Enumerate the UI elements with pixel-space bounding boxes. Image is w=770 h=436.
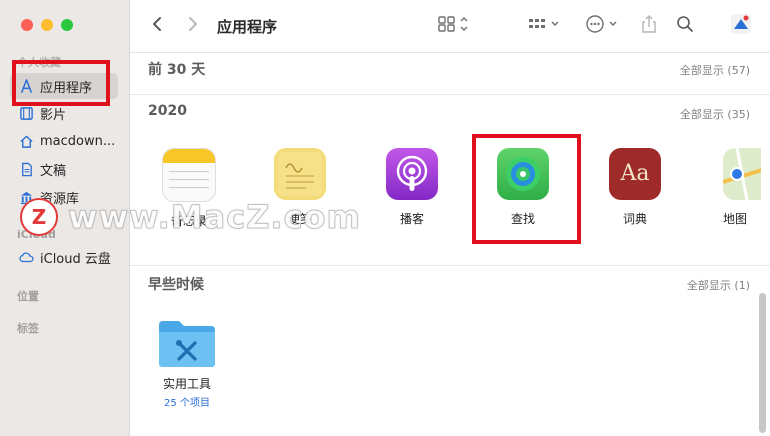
forward-button[interactable]	[182, 14, 204, 38]
maps-icon	[723, 148, 761, 200]
cloud-icon	[18, 249, 34, 265]
group-title-last-30-days: 前 30 天	[148, 62, 206, 78]
building-icon	[18, 189, 34, 205]
folder-icon	[157, 317, 217, 369]
show-all-link[interactable]: 全部显示 (1)	[687, 277, 750, 293]
toolbar: 应用程序	[130, 0, 770, 53]
finder-window: 个人收藏 应用程序 影片 macdown... 文稿 资源库 iCloud iC…	[0, 0, 770, 436]
stickies-icon	[274, 148, 326, 200]
notes-icon	[162, 148, 216, 202]
vertical-scrollbar[interactable]	[759, 293, 766, 433]
sidebar-item-label: 资源库	[40, 191, 80, 207]
divider	[130, 94, 770, 95]
zoom-window-button[interactable]	[61, 19, 73, 31]
show-all-link[interactable]: 全部显示 (57)	[680, 62, 750, 78]
view-mode-button[interactable]	[436, 14, 472, 38]
app-name: 便笺	[287, 212, 312, 226]
app-stickies[interactable]: 便笺	[255, 148, 345, 227]
ellipsis-circle-icon	[585, 14, 621, 38]
chevron-left-icon	[152, 16, 162, 36]
sidebar-item-label: 影片	[40, 107, 67, 123]
app-name: 词典	[622, 212, 647, 226]
share-icon	[641, 14, 657, 38]
back-button[interactable]	[146, 14, 168, 38]
home-icon	[18, 133, 34, 149]
sidebar-item-label: macdown...	[40, 133, 116, 149]
more-actions-button[interactable]	[584, 14, 622, 38]
group-title-2020: 2020	[148, 103, 187, 119]
folder-utilities[interactable]: 实用工具 25 个项目	[142, 317, 232, 409]
sidebar-item-label: iCloud 云盘	[40, 251, 111, 267]
search-button[interactable]	[674, 14, 696, 38]
sidebar-section-tags: 标签	[17, 322, 39, 335]
group-title-earlier: 早些时候	[148, 277, 204, 293]
search-icon	[676, 15, 694, 37]
divider	[130, 265, 770, 266]
app-notes[interactable]: 备忘录	[144, 148, 234, 229]
sidebar-item-library[interactable]: 资源库	[10, 184, 118, 210]
extension-button[interactable]	[728, 14, 754, 38]
grid-icon	[437, 15, 471, 37]
group-icon	[527, 16, 563, 36]
app-podcasts[interactable]: 播客	[367, 148, 457, 227]
chevron-right-icon	[188, 16, 198, 36]
app-name: 备忘录	[170, 214, 207, 228]
file-browser: 前 30 天 全部显示 (57) 2020 全部显示 (35) 备忘录 便笺 播…	[130, 53, 770, 436]
sidebar-item-label: 文稿	[40, 163, 67, 179]
app-name: 地图	[723, 212, 748, 226]
sidebar-item-home[interactable]: macdown...	[10, 128, 118, 154]
app-maps[interactable]: 地图	[701, 148, 761, 227]
highlight-box-applications	[12, 60, 110, 106]
sidebar-item-icloud-drive[interactable]: iCloud 云盘	[10, 244, 118, 270]
close-window-button[interactable]	[21, 19, 33, 31]
window-title: 应用程序	[217, 18, 278, 36]
app-name: 播客	[399, 212, 424, 226]
sidebar-section-icloud: iCloud	[17, 228, 56, 241]
group-by-button[interactable]	[526, 14, 564, 38]
folder-name: 实用工具	[162, 377, 211, 391]
sidebar-item-documents[interactable]: 文稿	[10, 156, 118, 182]
show-all-link[interactable]: 全部显示 (35)	[680, 106, 750, 122]
film-icon	[18, 105, 34, 121]
app-extension-icon	[730, 13, 752, 39]
sidebar-section-locations: 位置	[17, 290, 39, 303]
folder-item-count: 25 个项目	[164, 398, 210, 409]
share-button[interactable]	[638, 14, 660, 38]
highlight-box-find-my	[472, 134, 581, 244]
app-dictionary[interactable]: Aa 词典	[590, 148, 680, 227]
dictionary-icon: Aa	[609, 148, 661, 200]
minimize-window-button[interactable]	[41, 19, 53, 31]
podcasts-icon	[386, 148, 438, 200]
document-icon	[18, 161, 34, 177]
